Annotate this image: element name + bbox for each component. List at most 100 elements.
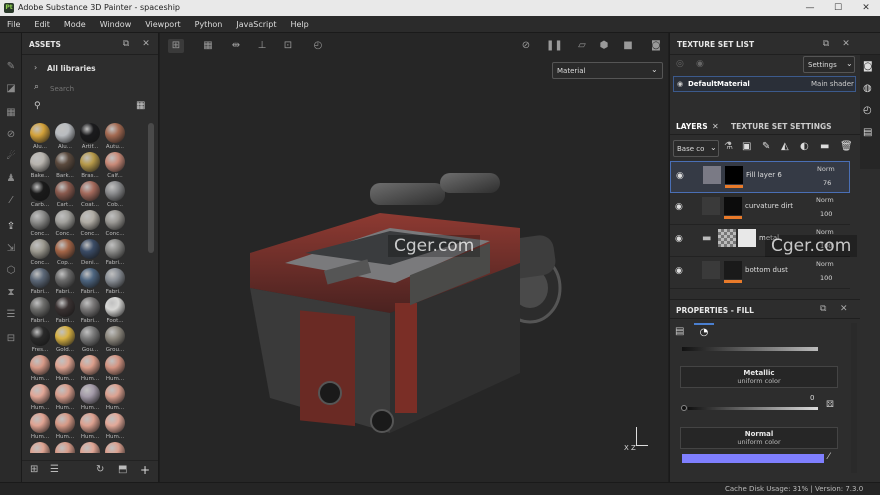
material-swatch[interactable]	[80, 384, 100, 404]
material-swatch[interactable]	[80, 268, 100, 288]
material-swatch[interactable]	[80, 326, 100, 346]
opacity-value[interactable]: 76	[823, 179, 831, 187]
material-swatch[interactable]	[105, 239, 125, 259]
material-swatch[interactable]	[30, 152, 50, 172]
lock-axis-icon[interactable]: ⊥	[254, 39, 270, 53]
metallic-button[interactable]: Metallic uniform color	[680, 366, 838, 388]
menu-python[interactable]: Python	[188, 16, 230, 33]
viewport[interactable]: ⊞ ▦ ⇹ ⊥ ⊡ ◴ ⊘ ❚❚ ▱ ⬢ ■ ◙ Material ⌄ X Z	[160, 33, 668, 482]
undock-icon[interactable]: ⧉	[820, 304, 826, 314]
eye-hidden-icon[interactable]: ◎	[676, 59, 684, 69]
library-selector[interactable]: All libraries	[47, 64, 96, 73]
layers-stack-icon[interactable]: ☰	[5, 309, 17, 321]
menu-file[interactable]: File	[0, 16, 27, 33]
material-swatch[interactable]	[30, 210, 50, 230]
roughness-slider[interactable]	[682, 347, 818, 351]
shelf-icon[interactable]: ⊟	[5, 333, 17, 345]
add-mask-icon[interactable]: ▣	[742, 141, 751, 152]
material-swatch[interactable]	[30, 181, 50, 201]
material-swatch[interactable]	[80, 210, 100, 230]
hourglass-icon[interactable]: ⧗	[5, 287, 17, 299]
undock-icon[interactable]: ⧉	[820, 38, 832, 50]
add-smart-material-icon[interactable]: ◐	[800, 141, 809, 152]
frame-icon[interactable]: ⊡	[280, 39, 296, 53]
clone-stamp-icon[interactable]: ♟	[5, 173, 17, 185]
material-swatch[interactable]	[105, 384, 125, 404]
screenshot-icon[interactable]: ◙	[648, 39, 664, 53]
eraser-icon[interactable]: ◪	[5, 83, 17, 95]
material-swatch[interactable]	[105, 210, 125, 230]
add-folder-icon[interactable]: ▬	[820, 141, 829, 152]
material-tab-icon[interactable]: ◔	[694, 323, 714, 343]
grid-icon[interactable]: ⊞	[168, 39, 184, 53]
add-effect-icon[interactable]: ⚗	[724, 141, 733, 152]
material-swatch[interactable]	[105, 355, 125, 375]
tab-texture-set-settings[interactable]: TEXTURE SET SETTINGS	[731, 122, 832, 131]
material-swatch[interactable]	[80, 442, 100, 453]
material-swatch[interactable]	[105, 123, 125, 143]
material-swatch[interactable]	[55, 239, 75, 259]
delete-icon[interactable]: 🗑	[840, 141, 853, 152]
add-paint-layer-icon[interactable]: ✎	[762, 141, 770, 152]
material-swatch[interactable]	[55, 123, 75, 143]
material-swatch[interactable]	[105, 152, 125, 172]
history-icon[interactable]: ◴	[863, 105, 872, 116]
material-swatch[interactable]	[80, 355, 100, 375]
filter-icon[interactable]: ⚲	[34, 101, 41, 111]
material-swatch[interactable]	[105, 181, 125, 201]
visibility-icon[interactable]: ◉	[696, 59, 704, 69]
maximize-button[interactable]: ☐	[824, 0, 852, 16]
display-mode-icon[interactable]: ▱	[574, 39, 590, 53]
material-swatch[interactable]	[55, 152, 75, 172]
layer-row[interactable]: ◉ curvature dirt Norm 100	[670, 193, 850, 225]
undock-icon[interactable]: ⧉	[120, 38, 132, 50]
material-swatch[interactable]	[30, 123, 50, 143]
blend-mode[interactable]: Norm	[817, 165, 835, 173]
material-swatch[interactable]	[105, 326, 125, 346]
opacity-value[interactable]: 100	[820, 274, 832, 282]
slider-handle[interactable]	[681, 405, 687, 411]
blend-mode[interactable]: Norm	[816, 196, 834, 204]
geometry-mask-icon[interactable]: ⊘	[5, 129, 17, 141]
menu-edit[interactable]: Edit	[27, 16, 57, 33]
texture-set-item[interactable]: ◉ DefaultMaterial Main shader	[673, 76, 856, 92]
camera-icon[interactable]: ◙	[863, 61, 873, 72]
material-swatch[interactable]	[80, 239, 100, 259]
layer-row[interactable]: ◉ Fill layer 6 Norm 76	[670, 161, 850, 193]
layer-row[interactable]: ◉ bottom dust Norm 100	[670, 257, 850, 289]
material-swatch[interactable]	[55, 181, 75, 201]
grid-view-icon[interactable]: ▦	[136, 100, 145, 111]
bake-icon[interactable]: ⇲	[5, 243, 17, 255]
opacity-value[interactable]: 100	[820, 210, 832, 218]
close-icon[interactable]: ✕	[140, 38, 152, 50]
history-icon[interactable]: ◴	[310, 39, 326, 53]
settings-dropdown[interactable]: Settings ⌄	[803, 56, 855, 73]
material-swatch[interactable]	[55, 268, 75, 288]
eye-icon[interactable]: ◉	[676, 171, 684, 181]
menu-help[interactable]: Help	[283, 16, 315, 33]
material-swatch[interactable]	[55, 297, 75, 317]
random-seed-icon[interactable]: ⚄	[826, 400, 834, 410]
channel-select[interactable]: Base co ⌄	[673, 140, 719, 157]
add-icon[interactable]: +	[140, 463, 150, 477]
list-filter-icon[interactable]: ☰	[50, 464, 59, 475]
normal-color-swatch[interactable]	[682, 454, 824, 463]
material-swatch[interactable]	[105, 297, 125, 317]
material-swatch[interactable]	[55, 210, 75, 230]
menu-mode[interactable]: Mode	[57, 16, 93, 33]
symmetry-icon[interactable]: ⇹	[228, 39, 244, 53]
material-swatch[interactable]	[30, 268, 50, 288]
log-icon[interactable]: ▤	[863, 127, 872, 138]
properties-scrollbar[interactable]	[851, 323, 857, 473]
material-swatch[interactable]	[80, 413, 100, 433]
material-swatch[interactable]	[30, 384, 50, 404]
material-swatch[interactable]	[55, 413, 75, 433]
material-swatch[interactable]	[80, 181, 100, 201]
pause-icon[interactable]: ❚❚	[546, 39, 563, 53]
eye-icon[interactable]: ◉	[675, 266, 683, 276]
paint-brush-icon[interactable]: ✎	[5, 61, 17, 73]
material-swatch[interactable]	[30, 355, 50, 375]
chevron-right-icon[interactable]: ›	[34, 63, 37, 72]
eye-icon[interactable]: ◉	[677, 80, 683, 88]
material-swatch[interactable]	[105, 413, 125, 433]
